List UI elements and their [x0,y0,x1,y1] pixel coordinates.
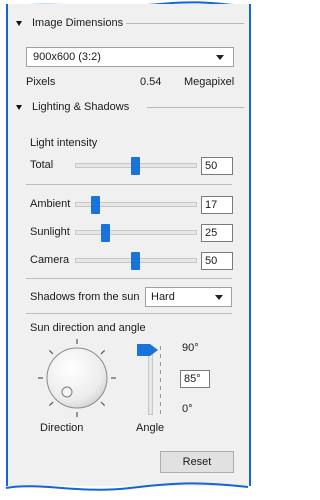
image-dimensions-title: Image Dimensions [32,17,124,29]
header-rule [126,23,244,24]
ambient-input[interactable]: 17 [201,196,233,214]
header-rule [147,107,244,108]
image-dimensions-header[interactable]: Image Dimensions [16,16,123,30]
chevron-down-icon [215,295,223,300]
camera-slider-thumb[interactable] [130,252,140,270]
lighting-shadows-title: Lighting & Shadows [32,101,130,113]
megapixel-value: 0.54 [140,76,162,88]
collapse-triangle-icon [16,20,22,26]
light-intensity-label: Light intensity [30,137,98,149]
collapse-triangle-icon [16,104,22,110]
torn-edge-bottom [5,482,249,491]
shadows-label: Shadows from the sun [30,291,140,303]
total-slider-thumb[interactable] [130,157,140,175]
angle-min-label: 0° [182,403,193,415]
sun-direction-label: Sun direction and angle [30,322,146,334]
reset-button[interactable]: Reset [160,451,234,473]
shadows-select[interactable]: Hard [145,287,232,307]
pixels-label: Pixels [26,76,56,88]
separator [26,184,232,185]
ambient-slider-thumb[interactable] [90,196,100,214]
angle-max-label: 90° [182,342,199,354]
megapixel-label: Megapixel [184,76,235,88]
angle-input[interactable]: 85° [180,370,210,388]
settings-panel: Image Dimensions 900x600 (3:2) Pixels 0.… [6,4,251,486]
chevron-down-icon [216,55,224,60]
image-size-select[interactable]: 900x600 (3:2) [26,47,234,67]
sunlight-input[interactable]: 25 [201,224,233,242]
separator [26,313,232,314]
lighting-shadows-header[interactable]: Lighting & Shadows [16,100,129,114]
ambient-label: Ambient [30,198,71,210]
sunlight-label: Sunlight [30,226,70,238]
total-label: Total [30,159,54,171]
total-input[interactable]: 50 [201,157,233,175]
direction-label: Direction [40,422,84,434]
separator [26,278,232,279]
camera-label: Camera [30,254,70,266]
image-size-value: 900x600 (3:2) [33,51,101,63]
shadows-value: Hard [151,291,175,303]
angle-slider-thumb[interactable] [136,343,159,357]
sunlight-slider-track[interactable] [75,230,197,235]
camera-input[interactable]: 50 [201,252,233,270]
sunlight-slider-thumb[interactable] [100,224,110,242]
angle-label: Angle [136,422,165,434]
direction-knob[interactable] [36,337,118,419]
